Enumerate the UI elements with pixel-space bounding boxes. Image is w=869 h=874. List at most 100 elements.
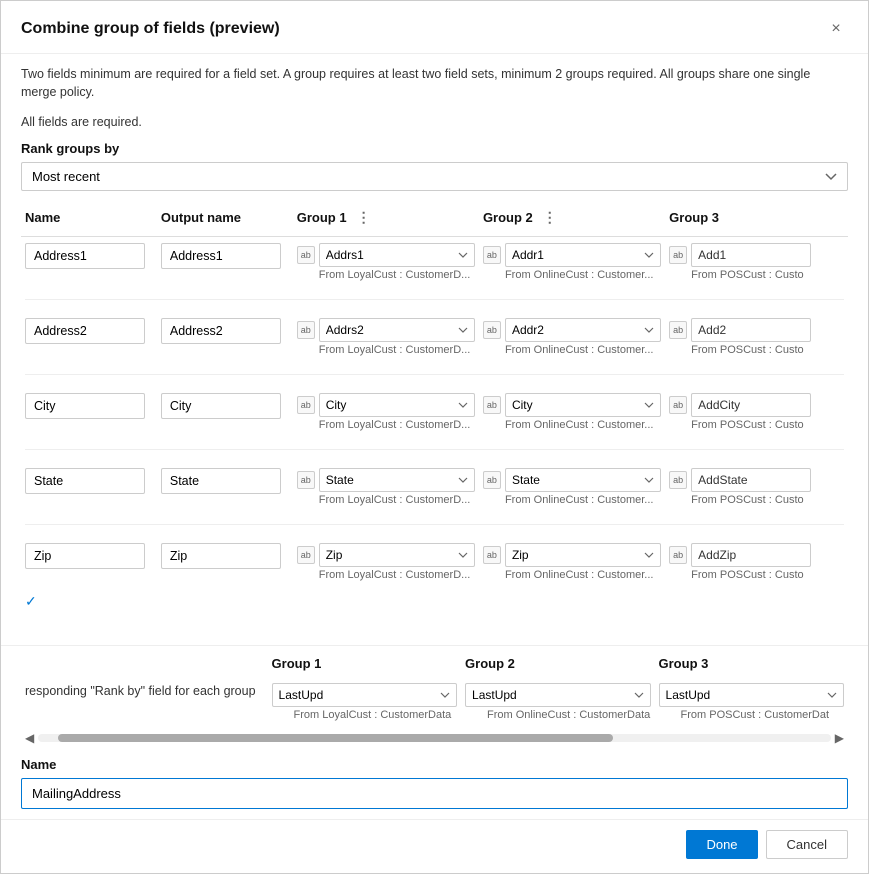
- rank-by-group2-dropdown[interactable]: LastUpd: [465, 683, 650, 707]
- row-name-cell: [21, 462, 157, 512]
- name-label: Name: [21, 757, 848, 772]
- group2-icon[interactable]: ab: [483, 246, 501, 264]
- row-group2: ab Addr1 From OnlineCust : Customer...: [483, 243, 661, 281]
- row-name-input[interactable]: [25, 393, 145, 419]
- rank-by-group3-dropdown[interactable]: LastUpd: [659, 683, 844, 707]
- rank-by-empty-header: [21, 646, 268, 677]
- row-group2-dropdown[interactable]: Zip: [505, 543, 661, 567]
- group1-icon[interactable]: ab: [297, 321, 315, 339]
- group1-icon[interactable]: ab: [297, 246, 315, 264]
- group3-icon[interactable]: ab: [669, 246, 687, 264]
- row-group3-value: Add1: [691, 243, 811, 267]
- rank-by-group3-from: From POSCust : CustomerDat: [659, 709, 844, 721]
- row-group3-cell: ab AddZip From POSCust : Custo: [665, 537, 848, 587]
- row-name-input[interactable]: [25, 318, 145, 344]
- name-section: Name: [1, 749, 868, 819]
- row-output-input[interactable]: [161, 468, 281, 494]
- row-group2-cell: ab City From OnlineCust : Customer...: [479, 387, 665, 437]
- rank-by-group3-cell: LastUpd From POSCust : CustomerDat: [655, 677, 848, 727]
- row-group2-dropdown[interactable]: State: [505, 468, 661, 492]
- group3-icon[interactable]: ab: [669, 321, 687, 339]
- rank-by-group1-header: Group 1: [268, 646, 461, 677]
- rank-by-group2-top: LastUpd: [465, 683, 650, 707]
- row-output-input[interactable]: [161, 318, 281, 344]
- rank-select[interactable]: Most recent Most complete: [21, 162, 848, 191]
- row-group3-top: ab AddZip: [669, 543, 844, 567]
- group2-icon[interactable]: ab: [483, 321, 501, 339]
- divider-line: [25, 449, 844, 450]
- group3-icon[interactable]: ab: [669, 396, 687, 414]
- done-button[interactable]: Done: [686, 830, 757, 859]
- rank-by-group1-from: From LoyalCust : CustomerData: [272, 709, 457, 721]
- group2-icon[interactable]: ab: [483, 471, 501, 489]
- row-group3-top: ab AddCity: [669, 393, 844, 417]
- row-group3-top: ab Add1: [669, 243, 844, 267]
- row-group1-dropdown[interactable]: Addrs1: [319, 243, 475, 267]
- row-group2-dropdown[interactable]: Addr2: [505, 318, 661, 342]
- description-text: Two fields minimum are required for a fi…: [1, 54, 868, 109]
- row-output-cell: [157, 237, 293, 288]
- rank-by-group1-top: LastUpd: [272, 683, 457, 707]
- row-group1-from: From LoyalCust : CustomerD...: [297, 569, 475, 581]
- group3-icon[interactable]: ab: [669, 546, 687, 564]
- group2-menu-icon[interactable]: ⋮: [539, 207, 561, 228]
- row-group2-from: From OnlineCust : Customer...: [483, 419, 661, 431]
- group1-icon[interactable]: ab: [297, 546, 315, 564]
- rank-by-group1-dropdown[interactable]: LastUpd: [272, 683, 457, 707]
- scrollbar-thumb[interactable]: [58, 734, 613, 742]
- row-output-input[interactable]: [161, 393, 281, 419]
- table-row: ab State From LoyalCust : CustomerD... a…: [21, 462, 848, 512]
- row-group3-top: ab Add2: [669, 318, 844, 342]
- row-group2-from: From OnlineCust : Customer...: [483, 494, 661, 506]
- row-group1-dropdown[interactable]: State: [319, 468, 475, 492]
- row-name-input[interactable]: [25, 468, 145, 494]
- row-group2-top: ab Addr2: [483, 318, 661, 342]
- row-group3-value: AddZip: [691, 543, 811, 567]
- row-group2-from: From OnlineCust : Customer...: [483, 344, 661, 356]
- row-name-input[interactable]: [25, 243, 145, 269]
- row-group3: ab AddZip From POSCust : Custo: [669, 543, 844, 581]
- rank-by-group2-from: From OnlineCust : CustomerData: [465, 709, 650, 721]
- group3-icon[interactable]: ab: [669, 471, 687, 489]
- col-header-name: Name: [21, 199, 157, 237]
- row-group2: ab Zip From OnlineCust : Customer...: [483, 543, 661, 581]
- row-output-cell: [157, 462, 293, 512]
- row-group3: ab Add1 From POSCust : Custo: [669, 243, 844, 281]
- divider-line: [25, 524, 844, 525]
- group1-menu-icon[interactable]: ⋮: [353, 207, 375, 228]
- scroll-left-arrow[interactable]: ◀: [21, 731, 38, 745]
- row-name-input[interactable]: [25, 543, 145, 569]
- rank-by-group3: LastUpd From POSCust : CustomerDat: [659, 683, 844, 721]
- row-group2-dropdown[interactable]: Addr1: [505, 243, 661, 267]
- row-group2-top: ab State: [483, 468, 661, 492]
- all-required-text: All fields are required.: [1, 109, 868, 133]
- row-group2-cell: ab Zip From OnlineCust : Customer...: [479, 537, 665, 587]
- col-header-group3: Group 3: [665, 199, 848, 237]
- scrollbar-track[interactable]: [38, 734, 831, 742]
- row-group2-dropdown[interactable]: City: [505, 393, 661, 417]
- row-output-cell: [157, 312, 293, 362]
- row-group2-cell: ab Addr2 From OnlineCust : Customer...: [479, 312, 665, 362]
- row-group1-from: From LoyalCust : CustomerD...: [297, 494, 475, 506]
- row-group1-from: From LoyalCust : CustomerD...: [297, 419, 475, 431]
- cancel-button[interactable]: Cancel: [766, 830, 848, 859]
- rank-by-group2: LastUpd From OnlineCust : CustomerData: [465, 683, 650, 721]
- group2-icon[interactable]: ab: [483, 546, 501, 564]
- close-button[interactable]: ×: [824, 17, 848, 41]
- row-group1-dropdown[interactable]: City: [319, 393, 475, 417]
- row-group2-top: ab Zip: [483, 543, 661, 567]
- row-group1-dropdown[interactable]: Zip: [319, 543, 475, 567]
- name-input[interactable]: [21, 778, 848, 809]
- table-row: ab Addrs1 From LoyalCust : CustomerD... …: [21, 237, 848, 288]
- row-group2: ab Addr2 From OnlineCust : Customer...: [483, 318, 661, 356]
- row-output-input[interactable]: [161, 243, 281, 269]
- rank-by-group3-header: Group 3: [655, 646, 848, 677]
- group1-icon[interactable]: ab: [297, 471, 315, 489]
- scroll-right-arrow[interactable]: ▶: [831, 731, 848, 745]
- row-group2-from: From OnlineCust : Customer...: [483, 269, 661, 281]
- group1-icon[interactable]: ab: [297, 396, 315, 414]
- group2-icon[interactable]: ab: [483, 396, 501, 414]
- row-group2-top: ab Addr1: [483, 243, 661, 267]
- row-group1-dropdown[interactable]: Addrs2: [319, 318, 475, 342]
- row-output-input[interactable]: [161, 543, 281, 569]
